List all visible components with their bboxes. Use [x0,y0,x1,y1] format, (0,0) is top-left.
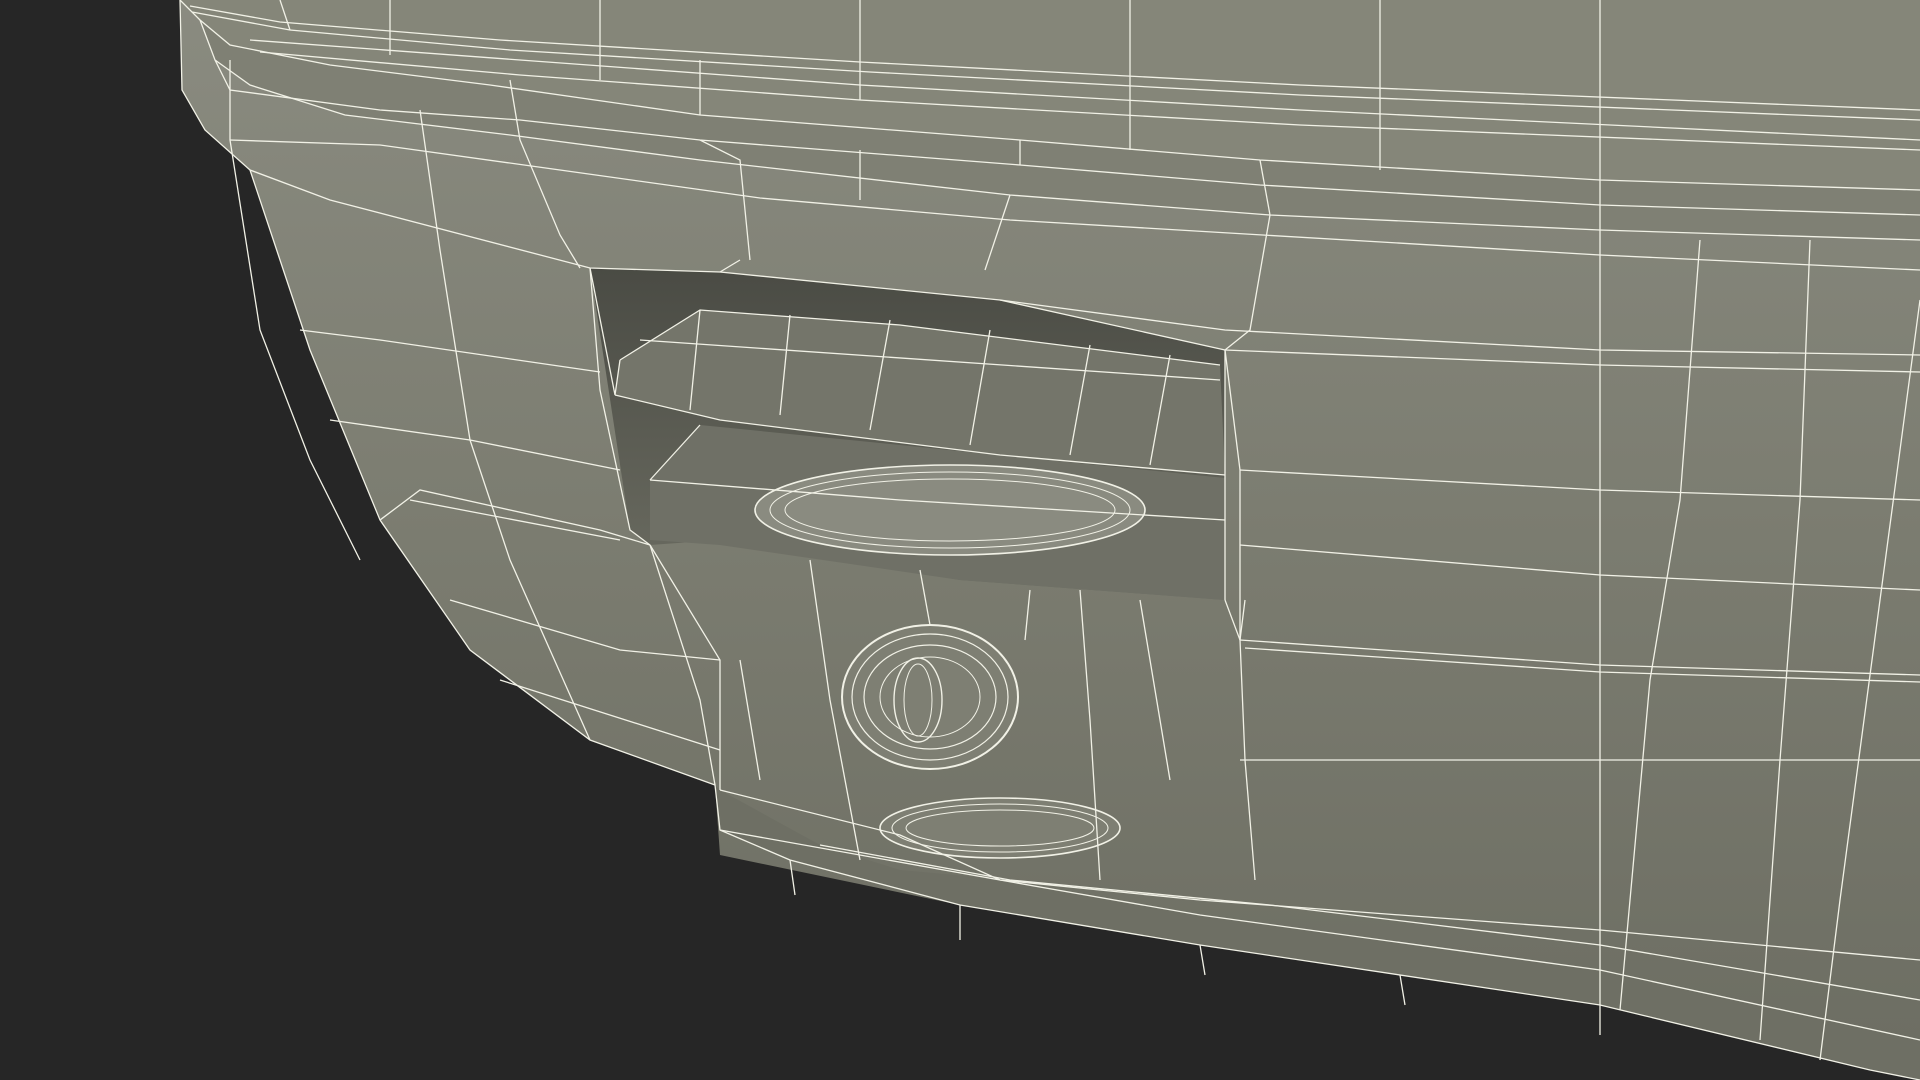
render-viewport [0,0,1920,1080]
wireframe-render [0,0,1920,1080]
lower-oval [879,797,1121,859]
round-button [841,624,1019,770]
